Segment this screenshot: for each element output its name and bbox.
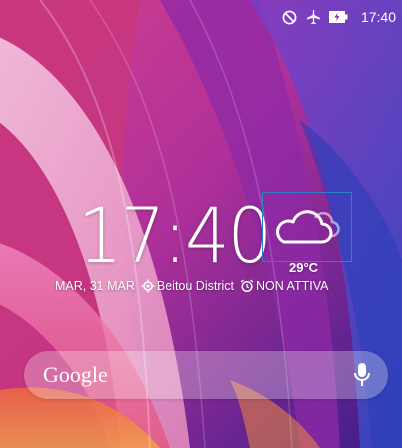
alarm-status[interactable]: NON ATTIVA [256,279,328,293]
status-time: 17:40 [360,9,396,25]
airplane-mode-icon [305,9,321,25]
do-not-disturb-icon [282,10,297,25]
date-label: MAR, 31 MAR [55,279,135,293]
location-icon [141,279,155,293]
location-label[interactable]: Beitou District [157,279,234,293]
date-location-alarm-row: MAR, 31 MAR Beitou District NON ATTIVA [55,279,328,293]
search-label: Google [43,362,108,387]
cloudy-icon [270,202,340,257]
google-search-bar[interactable]: Google [24,351,388,399]
status-bar: 17:40 [0,0,402,34]
microphone-icon[interactable] [353,362,371,393]
battery-charging-icon [328,11,349,23]
temperature: 29°C [289,260,319,275]
alarm-icon [240,279,254,293]
clock-time[interactable]: 17:40 [78,198,272,274]
